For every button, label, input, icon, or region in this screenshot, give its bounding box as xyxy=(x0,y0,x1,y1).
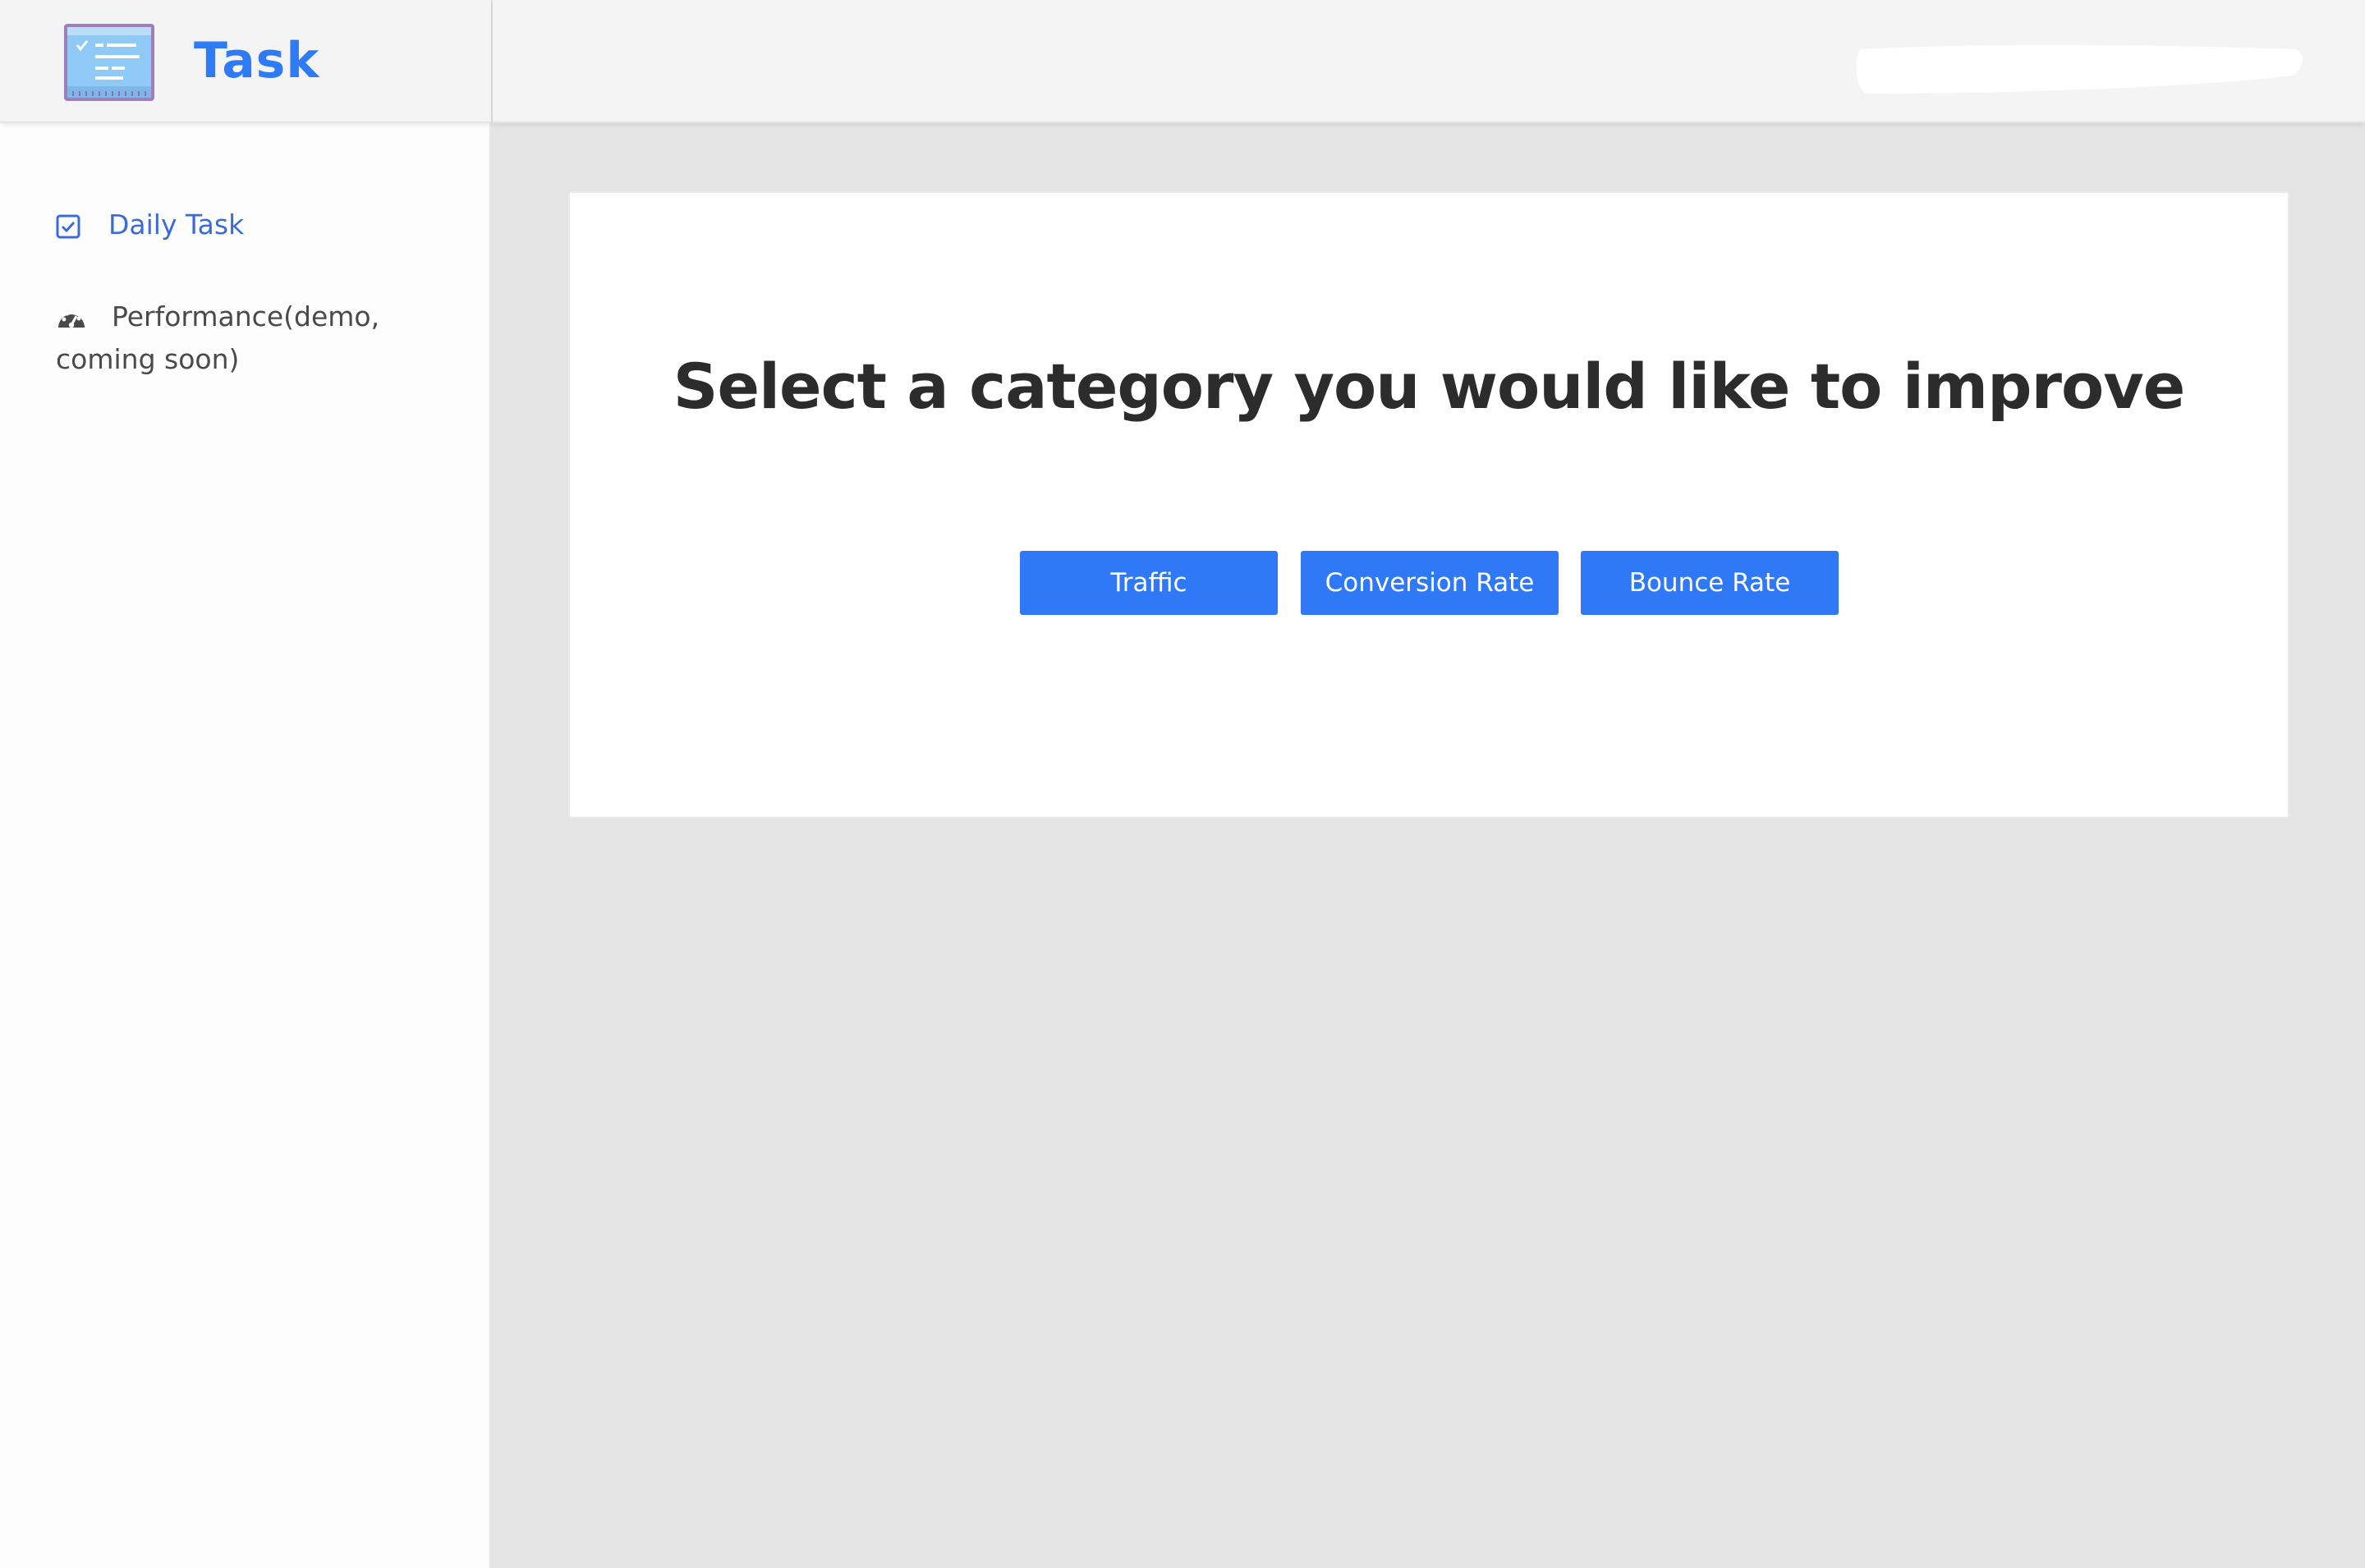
page-heading: Select a category you would like to impr… xyxy=(673,350,2186,423)
sidebar-item-label: Performance(demo, coming soon) xyxy=(56,300,380,375)
dashboard-gauge-icon xyxy=(58,310,85,328)
task-list-logo-icon xyxy=(64,24,154,101)
sidebar: Task Daily Task Performance(demo, coming… xyxy=(0,0,491,1568)
conversion-rate-button[interactable]: Conversion Rate xyxy=(1301,551,1559,615)
checkbox-checked-icon xyxy=(56,214,80,238)
top-bar xyxy=(493,0,2365,123)
app-title[interactable]: Task xyxy=(194,26,319,95)
bounce-rate-button[interactable]: Bounce Rate xyxy=(1581,551,1839,615)
sidebar-item-label: Daily Task xyxy=(108,209,245,241)
sidebar-item-performance[interactable]: Performance(demo, coming soon) xyxy=(56,296,466,381)
brand-header: Task xyxy=(0,0,491,123)
traffic-button[interactable]: Traffic xyxy=(1020,551,1278,615)
redacted-user-area xyxy=(1856,44,2303,94)
category-selection-card: Select a category you would like to impr… xyxy=(568,191,2289,818)
sidebar-item-daily-task[interactable]: Daily Task xyxy=(56,204,466,246)
